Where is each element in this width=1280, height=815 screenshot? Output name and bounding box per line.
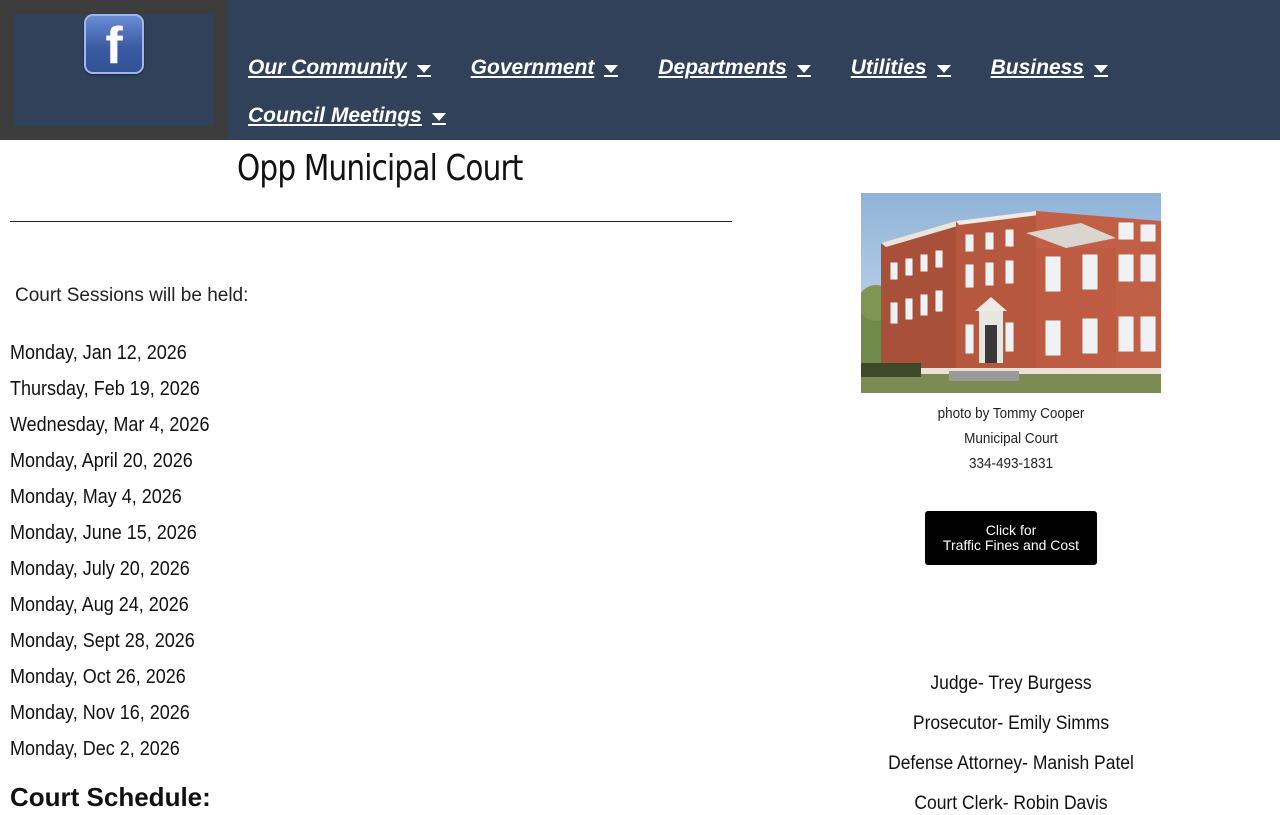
nav-row-2: Council Meetings [248,92,1248,140]
session-date: Monday, May 4, 2026 [10,486,182,508]
nav-label: Government [470,56,595,79]
dropdown-caret-icon [796,65,811,77]
button-line-1: Click for [985,522,1037,538]
court-name: Municipal Court [964,430,1058,447]
dropdown-caret-icon [431,113,446,125]
defense-attorney-name: Defense Attorney- Manish Patel [888,753,1134,774]
photo-credit: photo by Tommy Cooper [937,405,1085,422]
nav-business[interactable]: Business [991,56,1108,80]
nav-label: Business [990,56,1084,79]
page-title: Opp Municipal Court [237,148,523,189]
nav-departments[interactable]: Departments [658,56,811,80]
main-nav: Our Community Government Departments Uti… [248,44,1248,140]
nav-label: Council Meetings [248,104,422,127]
judge-name: Judge- Trey Burgess [930,673,1092,694]
session-date: Monday, Oct 26, 2026 [10,666,186,688]
nav-council-meetings[interactable]: Council Meetings [248,104,446,128]
session-date: Monday, Sept 28, 2026 [10,630,195,652]
nav-utilities[interactable]: Utilities [851,56,951,80]
logo-frame: f [0,0,228,140]
title-divider [10,221,732,222]
nav-label: Utilities [850,56,927,79]
logo-area: f [14,14,214,126]
courthouse-photo [861,193,1161,393]
nav-row-1: Our Community Government Departments Uti… [248,44,1248,92]
session-date: Monday, Dec 2, 2026 [10,738,180,760]
session-date: Monday, Jan 12, 2026 [10,342,187,364]
nav-our-community[interactable]: Our Community [248,56,431,80]
session-dates-list: Monday, Jan 12, 2026 Thursday, Feb 19, 2… [10,338,232,770]
facebook-icon[interactable]: f [84,14,144,75]
court-phone: 334-493-1831 [968,455,1054,472]
session-date: Monday, Nov 16, 2026 [10,702,190,724]
prosecutor-name: Prosecutor- Emily Simms [912,713,1110,734]
sessions-intro: Court Sessions will be held: [15,285,249,306]
traffic-fines-button[interactable]: Click for Traffic Fines and Cost [925,511,1097,565]
site-header: f Our Community Government Departments U… [0,0,1280,140]
nav-label: Departments [658,56,787,79]
session-date: Thursday, Feb 19, 2026 [10,378,200,400]
dropdown-caret-icon [1093,65,1108,77]
session-date: Monday, June 15, 2026 [10,522,197,544]
dropdown-caret-icon [936,65,951,77]
session-date: Monday, Aug 24, 2026 [10,594,189,616]
nav-label: Our Community [248,56,407,79]
dropdown-caret-icon [416,65,431,77]
court-clerk-name: Court Clerk- Robin Davis [914,793,1108,814]
session-date: Monday, April 20, 2026 [10,450,193,472]
court-schedule-heading: Court Schedule: [10,782,211,812]
nav-government[interactable]: Government [471,56,619,80]
session-date: Monday, July 20, 2026 [10,558,190,580]
dropdown-caret-icon [604,65,619,77]
session-date: Wednesday, Mar 4, 2026 [10,414,210,436]
button-line-2: Traffic Fines and Cost [942,537,1080,553]
